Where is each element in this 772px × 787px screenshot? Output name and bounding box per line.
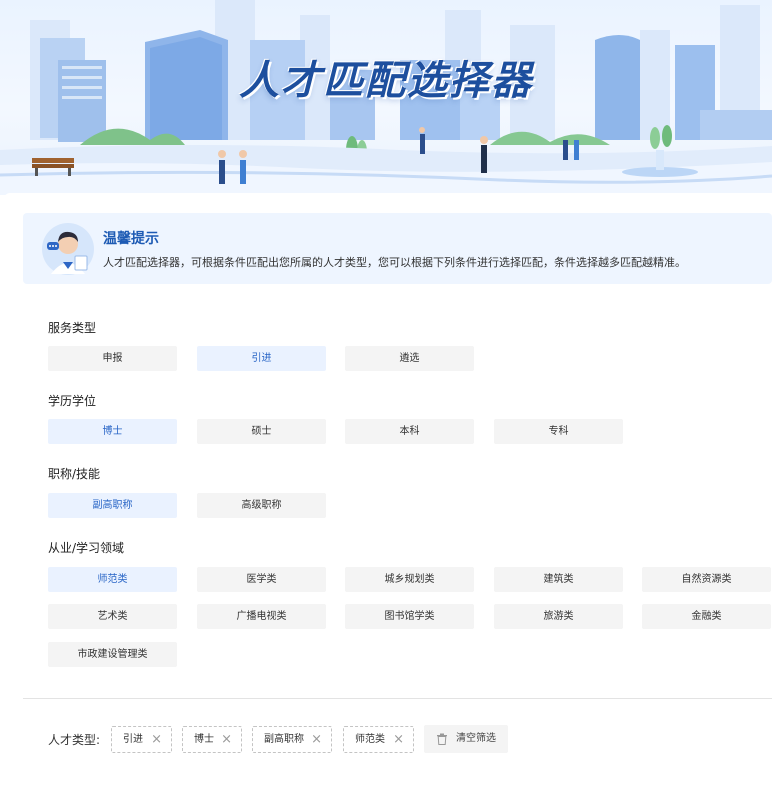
clear-filters-button[interactable]: 清空筛选 [424,725,508,753]
close-icon[interactable]: × [221,727,232,752]
trash-icon [437,733,447,745]
selected-chip: 师范类 × [343,726,414,753]
assistant-avatar-icon [42,223,94,275]
option-field-8[interactable]: 旅游类 [494,604,623,629]
option-field-4[interactable]: 自然资源类 [642,567,771,592]
chip-label: 师范类 [355,734,385,745]
option-title-0[interactable]: 副高职称 [48,493,177,518]
selection-label: 人才类型: [48,733,101,747]
option-service-0[interactable]: 申报 [48,346,177,371]
selected-chip: 博士 × [182,726,242,753]
option-field-2[interactable]: 城乡规划类 [345,567,474,592]
option-education-0[interactable]: 博士 [48,419,177,444]
close-icon[interactable]: × [311,727,322,752]
option-field-3[interactable]: 建筑类 [494,567,623,592]
option-education-3[interactable]: 专科 [494,419,623,444]
option-field-10[interactable]: 市政建设管理类 [48,642,177,667]
tip-text: 人才匹配选择器，可根据条件匹配出您所属的人才类型，您可以根据下列条件进行选择匹配… [103,256,686,269]
selected-chip: 副高职称 × [252,726,332,753]
close-icon[interactable]: × [393,727,404,752]
option-title-1[interactable]: 高级职称 [197,493,326,518]
banner-title: 人才匹配选择器 [239,58,533,104]
option-field-0[interactable]: 师范类 [48,567,177,592]
option-field-1[interactable]: 医学类 [197,567,326,592]
title-skill-title: 职称/技能 [48,467,101,481]
tip-box: 温馨提示 人才匹配选择器，可根据条件匹配出您所属的人才类型，您可以根据下列条件进… [23,213,772,284]
chip-label: 博士 [194,734,214,745]
field-title: 从业/学习领域 [48,541,125,555]
divider [23,698,772,699]
option-field-5[interactable]: 艺术类 [48,604,177,629]
option-field-9[interactable]: 金融类 [642,604,771,629]
tip-title: 温馨提示 [103,231,159,247]
selected-chip: 引进 × [111,726,172,753]
main-panel: 温馨提示 人才匹配选择器，可根据条件匹配出您所属的人才类型，您可以根据下列条件进… [4,193,772,787]
option-education-1[interactable]: 硕士 [197,419,326,444]
clear-filters-label: 清空筛选 [456,733,496,744]
chip-label: 引进 [123,734,143,745]
close-icon[interactable]: × [151,727,162,752]
option-service-2[interactable]: 遴选 [345,346,474,371]
education-title: 学历学位 [48,394,97,408]
chip-label: 副高职称 [264,734,304,745]
banner: 人才匹配选择器 [0,0,772,195]
option-field-6[interactable]: 广播电视类 [197,604,326,629]
option-education-2[interactable]: 本科 [345,419,474,444]
option-field-7[interactable]: 图书馆学类 [345,604,474,629]
service-type-title: 服务类型 [48,321,97,335]
option-service-1[interactable]: 引进 [197,346,326,371]
